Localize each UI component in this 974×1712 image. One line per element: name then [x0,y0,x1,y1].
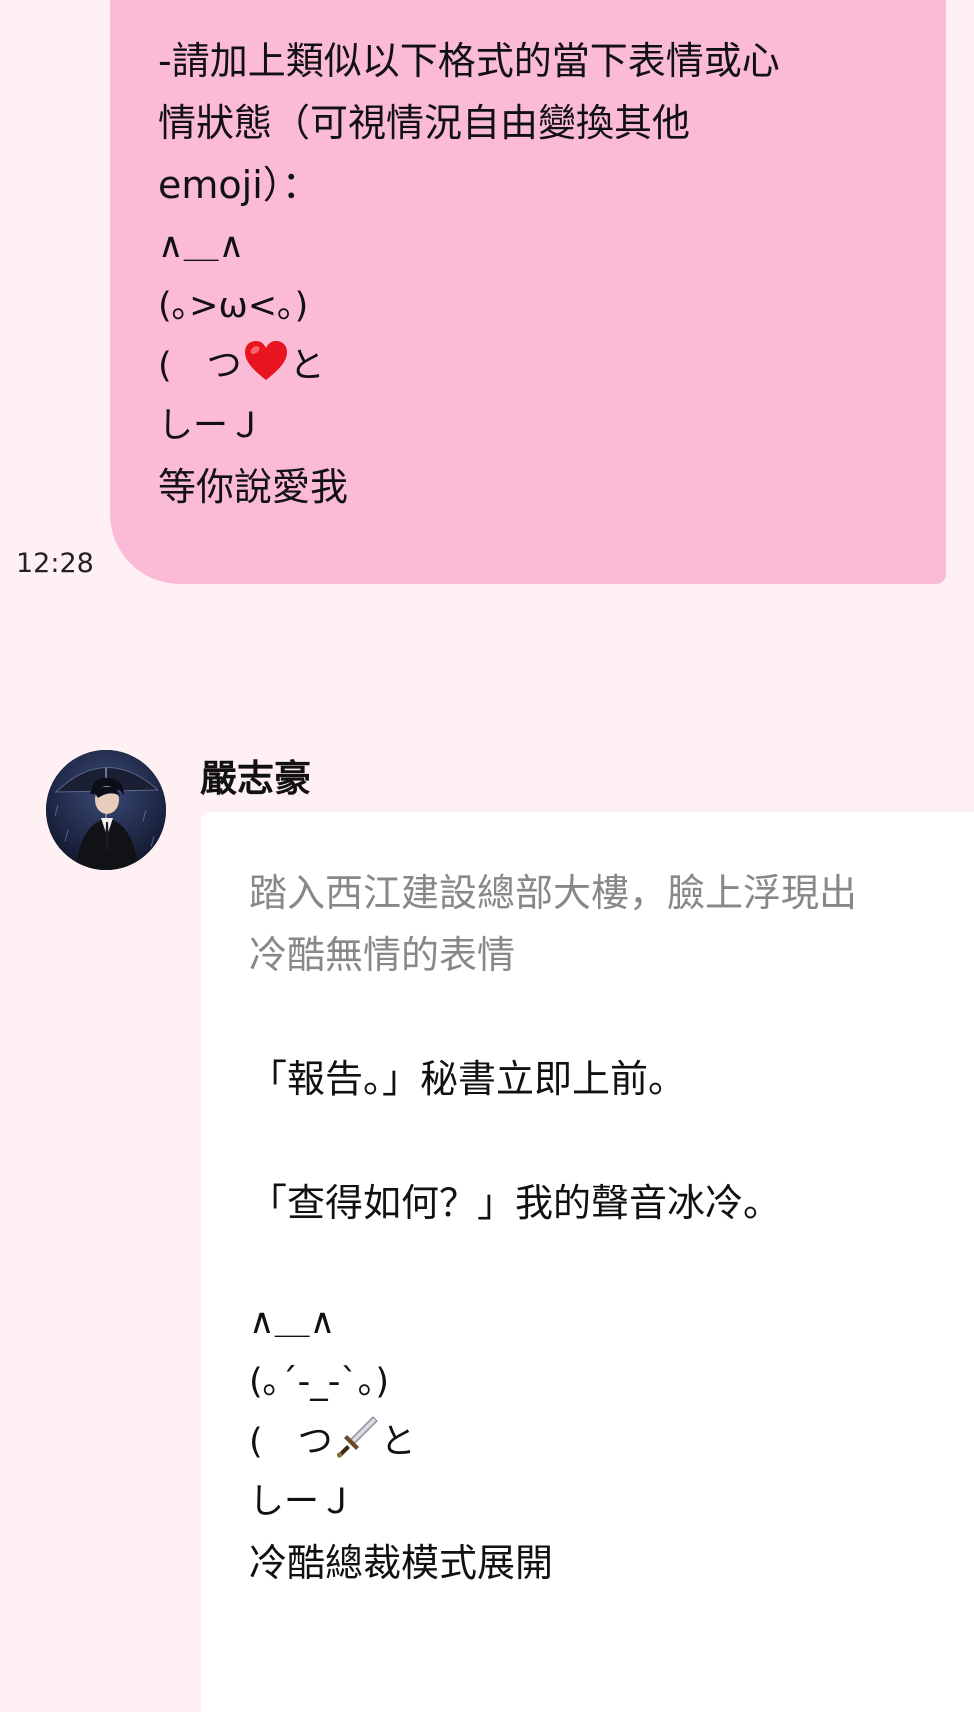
ascii-hands: ( つ と [249,1412,974,1472]
dagger-icon [336,1416,378,1458]
user-message-text: -請加上類似以下格式的當下表情或心 情狀態（可視情況自由變換其他 emoji）：… [158,30,918,518]
user-message-bubble[interactable]: -請加上類似以下格式的當下表情或心 情狀態（可視情況自由變換其他 emoji）：… [110,0,946,584]
avatar[interactable] [46,750,166,870]
ascii-caption: 冷酷總裁模式展開 [249,1541,554,1585]
ascii-feet: しーＪ [249,1482,355,1522]
ascii-face: (｡>ω<｡) [158,286,309,326]
character-portrait-icon [46,750,166,870]
heart-icon [244,341,287,380]
ascii-face: (｡´-_-`｡) [249,1362,390,1402]
dialogue-line: 「報告。」秘書立即上前。 [249,1057,687,1101]
instruction-line: 情狀態（可視情況自由變換其他 [158,101,691,145]
ascii-feet: しーＪ [158,406,264,446]
ascii-hands: ( つ と [158,336,918,396]
ascii-ears: ∧＿∧ [249,1302,336,1342]
narration-line: 冷酷無情的表情 [249,933,516,977]
bot-message-text: 踏入西江建設總部大樓，臉上浮現出 冷酷無情的表情 「報告。」秘書立即上前。 「查… [249,862,974,1594]
bot-message-bubble[interactable]: 踏入西江建設總部大樓，臉上浮現出 冷酷無情的表情 「報告。」秘書立即上前。 「查… [201,812,974,1712]
ascii-caption: 等你說愛我 [158,465,349,509]
instruction-line: -請加上類似以下格式的當下表情或心 [158,39,780,83]
dialogue-line: 「查得如何？」我的聲音冰冷。 [249,1181,782,1225]
narration-line: 踏入西江建設總部大樓，臉上浮現出 [249,871,858,915]
instruction-line: emoji）： [158,163,320,207]
sender-name: 嚴志豪 [200,757,311,800]
message-timestamp: 12:28 [16,548,94,579]
ascii-ears: ∧＿∧ [158,226,245,266]
